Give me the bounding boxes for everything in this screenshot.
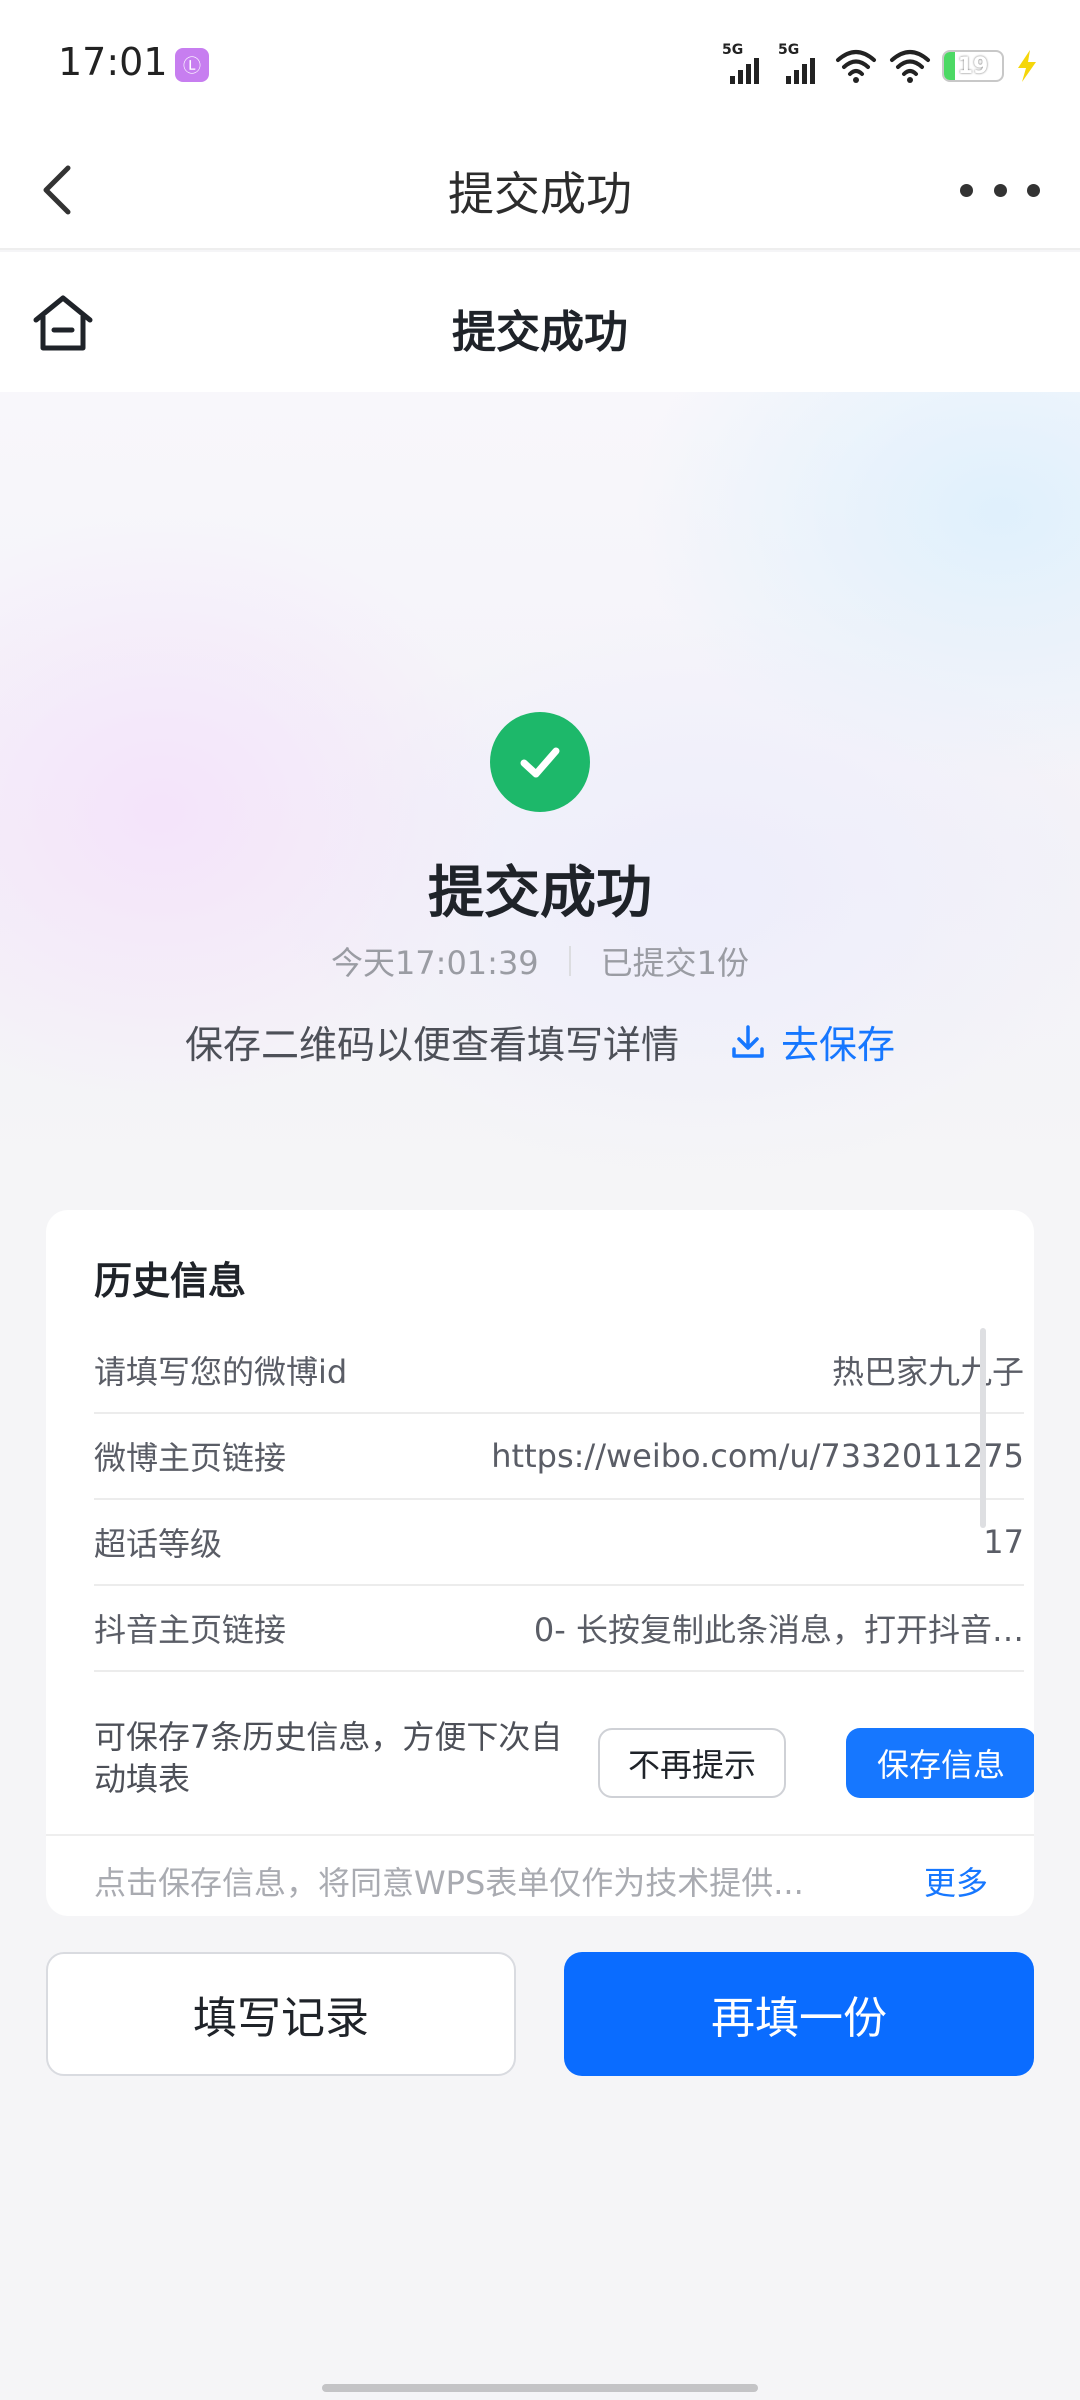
charging-icon — [1018, 50, 1036, 82]
fill-again-button[interactable]: 再填一份 — [564, 1952, 1034, 2076]
status-time: 17:01 — [58, 40, 168, 84]
notification-app-icon: Ⓛ — [175, 48, 209, 82]
success-check-icon — [490, 712, 590, 812]
history-card: 历史信息 请填写您的微博id 热巴家九九子 微博主页链接 https://wei… — [46, 1210, 1034, 1916]
form-header: 提交成功 — [0, 252, 1080, 392]
submission-meta: 今天17:01:39 已提交1份 — [0, 938, 1080, 984]
history-row-value: 17 — [983, 1523, 1024, 1561]
more-options-icon[interactable] — [960, 166, 1040, 214]
history-row: 微博主页链接 https://weibo.com/u/7332011275 — [94, 1414, 1024, 1500]
wifi-icon — [836, 50, 876, 83]
save-qr-link[interactable]: 去保存 — [729, 1014, 895, 1069]
page-title: 提交成功 — [448, 167, 632, 221]
signal-icon: 5G — [778, 42, 824, 86]
status-indicators: 5G 5G 19 — [722, 42, 1040, 88]
history-title: 历史信息 — [94, 1259, 247, 1303]
history-list[interactable]: 请填写您的微博id 热巴家九九子 微博主页链接 https://weibo.co… — [94, 1328, 1024, 1672]
dont-remind-button[interactable]: 不再提示 — [598, 1728, 786, 1798]
save-history-prompt: 可保存7条历史信息，方便下次自动填表 不再提示 保存信息 — [94, 1710, 1034, 1806]
success-title: 提交成功 — [428, 861, 652, 926]
save-qr-link-label: 去保存 — [781, 1023, 896, 1067]
history-row-value: https://weibo.com/u/7332011275 — [491, 1437, 1024, 1475]
battery-icon: 19 — [942, 50, 1004, 82]
history-row: 请填写您的微博id 热巴家九九子 — [94, 1328, 1024, 1414]
fill-record-button[interactable]: 填写记录 — [46, 1952, 516, 2076]
save-qr-row: 保存二维码以便查看填写详情 去保存 — [0, 1014, 1080, 1069]
history-row-label: 微博主页链接 — [94, 1439, 287, 1477]
form-title: 提交成功 — [452, 307, 628, 358]
history-row: 抖音主页链接 0- 长按复制此条消息，打开抖音… — [94, 1586, 1024, 1672]
signal-type-label: 5G — [722, 42, 744, 58]
history-row-value: 热巴家九九子 — [831, 1353, 1024, 1391]
wifi-icon — [890, 50, 930, 83]
submission-time: 今天17:01:39 — [330, 944, 539, 982]
history-row-label: 超话等级 — [94, 1525, 223, 1563]
history-row-value: 0- 长按复制此条消息，打开抖音… — [533, 1611, 1024, 1649]
battery-level: 19 — [957, 54, 989, 79]
save-info-button[interactable]: 保存信息 — [846, 1728, 1034, 1798]
history-scrollbar[interactable] — [980, 1328, 986, 1528]
privacy-more-link[interactable]: 更多 — [924, 1858, 988, 1904]
navigation-bar: 提交成功 — [0, 130, 1080, 250]
success-section: 提交成功 今天17:01:39 已提交1份 保存二维码以便查看填写详情 去保存 — [0, 392, 1080, 1172]
status-bar: 17:01 Ⓛ 5G 5G 19 — [0, 0, 1080, 130]
history-row: 超话等级 17 — [94, 1500, 1024, 1586]
meta-divider — [568, 946, 571, 976]
history-row-label: 抖音主页链接 — [94, 1611, 287, 1649]
signal-icon: 5G — [722, 42, 768, 86]
download-icon — [732, 1024, 764, 1058]
signal-type-label: 5G — [778, 42, 800, 58]
home-indicator[interactable] — [322, 2384, 758, 2392]
divider — [46, 1834, 1034, 1836]
privacy-notice: 点击保存信息，将同意WPS表单仅作为技术提供... — [94, 1864, 804, 1902]
save-history-hint: 可保存7条历史信息，方便下次自动填表 — [94, 1718, 563, 1798]
submission-count: 已提交1份 — [600, 944, 750, 982]
history-row-label: 请填写您的微博id — [94, 1353, 348, 1391]
save-qr-hint: 保存二维码以便查看填写详情 — [184, 1023, 679, 1067]
